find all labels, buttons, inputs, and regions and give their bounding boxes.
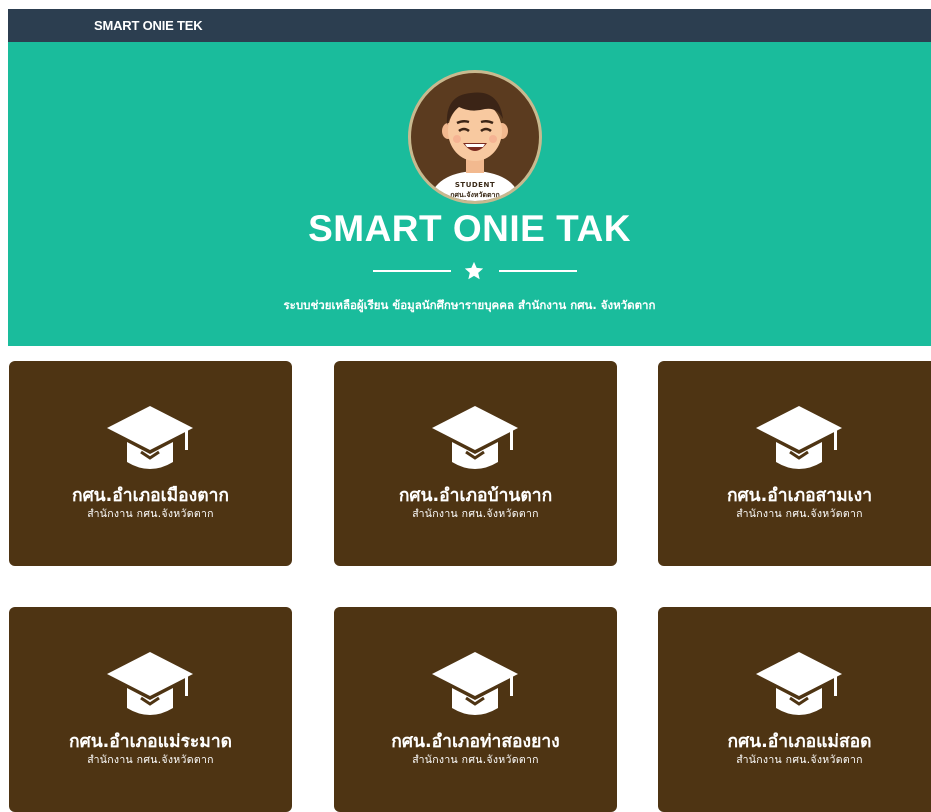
card-subtitle: สำนักงาน กศน.จังหวัดตาก bbox=[412, 754, 539, 766]
card-mueang-tak[interactable]: กศน.อำเภอเมืองตาก สำนักงาน กศน.จังหวัดตา… bbox=[9, 361, 292, 566]
card-tha-song-yang[interactable]: กศน.อำเภอท่าสองยาง สำนักงาน กศน.จังหวัดต… bbox=[334, 607, 617, 812]
card-sam-ngao[interactable]: กศน.อำเภอสามเงา สำนักงาน กศน.จังหวัดตาก bbox=[658, 361, 931, 566]
card-subtitle: สำนักงาน กศน.จังหวัดตาก bbox=[412, 508, 539, 520]
navbar: SMART ONIE TEK bbox=[8, 9, 931, 42]
card-mae-sot[interactable]: กศน.อำเภอแม่สอด สำนักงาน กศน.จังหวัดตาก bbox=[658, 607, 931, 812]
card-subtitle: สำนักงาน กศน.จังหวัดตาก bbox=[736, 508, 863, 520]
card-ban-tak[interactable]: กศน.อำเภอบ้านตาก สำนักงาน กศน.จังหวัดตาก bbox=[334, 361, 617, 566]
graduation-cap-icon bbox=[432, 652, 518, 715]
hero-title: SMART ONIE TAK bbox=[308, 208, 631, 249]
card-subtitle: สำนักงาน กศน.จังหวัดตาก bbox=[87, 508, 214, 520]
divider-line-left bbox=[373, 270, 451, 272]
avatar-badge-province: กศน.จังหวัดตาก bbox=[450, 191, 500, 199]
star-icon bbox=[464, 261, 484, 280]
graduation-cap-icon bbox=[107, 652, 193, 715]
brand-link[interactable]: SMART ONIE TEK bbox=[94, 9, 203, 42]
graduation-cap-icon bbox=[756, 406, 842, 469]
hero-subtitle: ระบบช่วยเหลือผู้เรียน ข้อมูลนักศึกษารายบ… bbox=[283, 298, 656, 312]
masthead: STUDENT กศน.จังหวัดตาก SMART ONIE TAK ระ… bbox=[8, 42, 931, 346]
graduation-cap-icon bbox=[756, 652, 842, 715]
graduation-cap-icon bbox=[107, 406, 193, 469]
card-subtitle: สำนักงาน กศน.จังหวัดตาก bbox=[736, 754, 863, 766]
hero-divider bbox=[8, 260, 931, 282]
student-avatar: STUDENT กศน.จังหวัดตาก bbox=[408, 70, 542, 204]
card-subtitle: สำนักงาน กศน.จังหวัดตาก bbox=[87, 754, 214, 766]
card-mae-ramat[interactable]: กศน.อำเภอแม่ระมาด สำนักงาน กศน.จังหวัดตา… bbox=[9, 607, 292, 812]
graduation-cap-icon bbox=[432, 406, 518, 469]
divider-line-right bbox=[499, 270, 577, 272]
avatar-badge-student: STUDENT bbox=[454, 181, 496, 189]
